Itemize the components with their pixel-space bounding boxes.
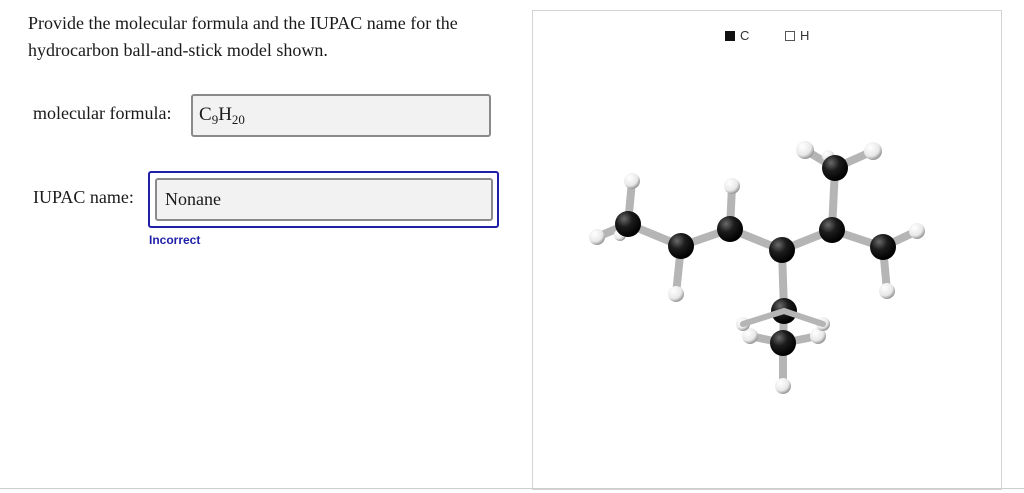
formula-count-hydrogen: 20 bbox=[231, 112, 245, 127]
molecule-viewer[interactable]: C H bbox=[532, 10, 1002, 490]
formula-element-hydrogen: H bbox=[218, 104, 232, 125]
hydrogen-atom bbox=[775, 378, 791, 394]
molecular-formula-field[interactable]: C9H20 bbox=[191, 94, 491, 137]
hydrogen-atom bbox=[668, 286, 684, 302]
carbon-atom bbox=[770, 330, 796, 356]
hydrogen-atom bbox=[624, 173, 640, 189]
carbon-atom bbox=[717, 216, 743, 242]
hydrogen-atom bbox=[724, 178, 740, 194]
hydrogen-atom bbox=[909, 223, 925, 239]
hydrogen-atoms bbox=[589, 141, 925, 394]
carbon-atom bbox=[819, 217, 845, 243]
bonds bbox=[593, 146, 921, 390]
feedback-incorrect: Incorrect bbox=[149, 233, 201, 247]
hydrogen-atom bbox=[864, 142, 882, 160]
hydrogen-atom bbox=[589, 229, 605, 245]
iupac-name-input[interactable] bbox=[155, 178, 493, 221]
carbon-atom bbox=[870, 234, 896, 260]
formula-element-carbon: C bbox=[199, 104, 212, 125]
iupac-name-label: IUPAC name: bbox=[33, 187, 134, 207]
carbon-atom bbox=[615, 211, 641, 237]
page-bottom-divider bbox=[0, 488, 1024, 489]
molecular-formula-label: molecular formula: bbox=[33, 103, 172, 123]
ball-and-stick-model[interactable] bbox=[533, 11, 1003, 489]
carbon-atom bbox=[769, 237, 795, 263]
hydrogen-atom bbox=[796, 141, 814, 159]
carbon-atom bbox=[822, 155, 848, 181]
carbon-atoms bbox=[615, 155, 896, 356]
question-text: Provide the molecular formula and the IU… bbox=[28, 13, 458, 60]
carbon-atom bbox=[668, 233, 694, 259]
hydrogen-atom bbox=[879, 283, 895, 299]
iupac-name-field-frame bbox=[148, 171, 499, 228]
